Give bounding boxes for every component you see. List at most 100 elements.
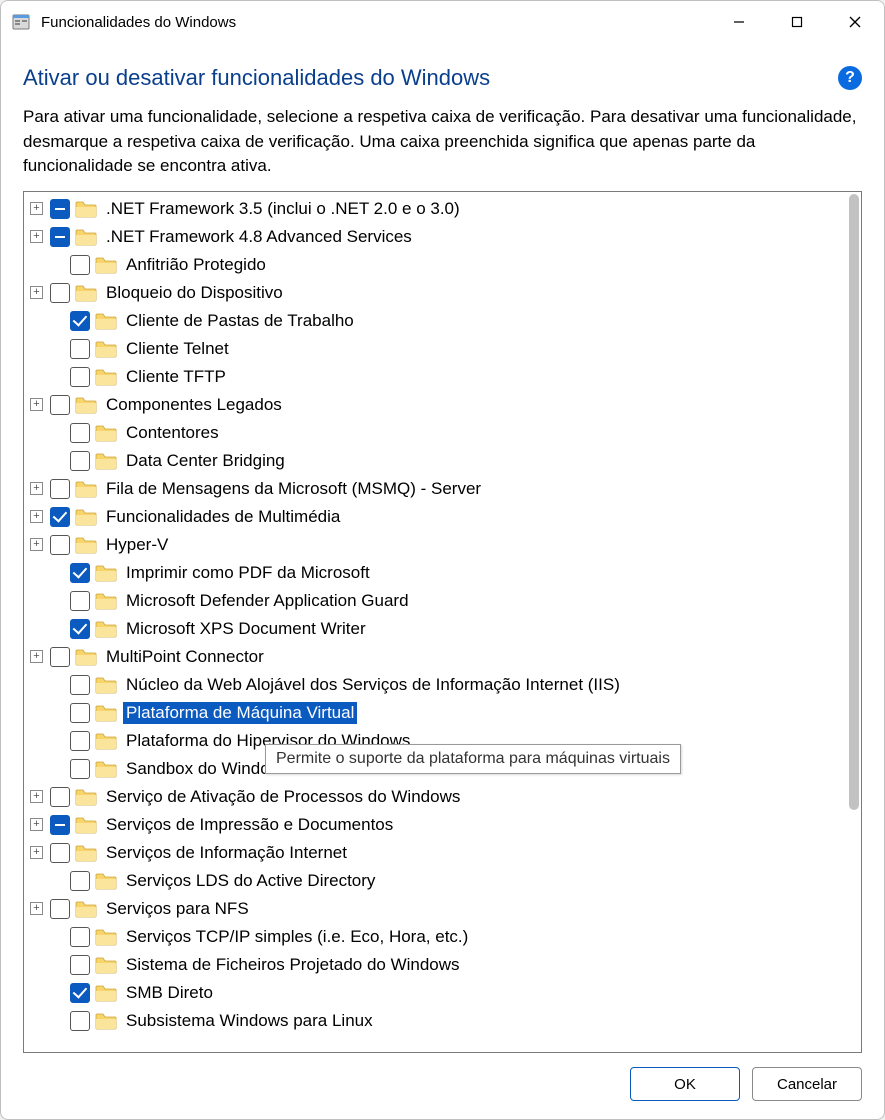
feature-checkbox[interactable] <box>70 703 90 723</box>
minimize-button[interactable] <box>710 1 768 43</box>
feature-item[interactable]: + Serviço de Ativação de Processos do Wi… <box>24 783 847 811</box>
feature-item[interactable]: + Funcionalidades de Multimédia <box>24 503 847 531</box>
feature-label[interactable]: MultiPoint Connector <box>103 646 267 668</box>
feature-checkbox[interactable] <box>50 199 70 219</box>
feature-label[interactable]: Núcleo da Web Alojável dos Serviços de I… <box>123 674 623 696</box>
feature-item[interactable]: Cliente Telnet <box>24 335 847 363</box>
feature-item[interactable]: Serviços LDS do Active Directory <box>24 867 847 895</box>
feature-label[interactable]: .NET Framework 3.5 (inclui o .NET 2.0 e … <box>103 198 463 220</box>
feature-item[interactable]: Núcleo da Web Alojável dos Serviços de I… <box>24 671 847 699</box>
feature-label[interactable]: Data Center Bridging <box>123 450 288 472</box>
feature-label[interactable]: Serviços TCP/IP simples (i.e. Eco, Hora,… <box>123 926 471 948</box>
help-icon[interactable]: ? <box>838 66 862 90</box>
feature-label[interactable]: Fila de Mensagens da Microsoft (MSMQ) - … <box>103 478 484 500</box>
feature-item[interactable]: Imprimir como PDF da Microsoft <box>24 559 847 587</box>
feature-label[interactable]: Plataforma de Máquina Virtual <box>123 702 357 724</box>
feature-item[interactable]: + Serviços para NFS <box>24 895 847 923</box>
expander-icon[interactable]: + <box>30 818 43 831</box>
feature-item[interactable]: + Componentes Legados <box>24 391 847 419</box>
feature-checkbox[interactable] <box>50 395 70 415</box>
feature-item[interactable]: SMB Direto <box>24 979 847 1007</box>
expander-icon[interactable]: + <box>30 482 43 495</box>
feature-label[interactable]: Serviço de Ativação de Processos do Wind… <box>103 786 463 808</box>
feature-checkbox[interactable] <box>70 451 90 471</box>
feature-item[interactable]: Contentores <box>24 419 847 447</box>
feature-checkbox[interactable] <box>50 647 70 667</box>
feature-label[interactable]: Microsoft Defender Application Guard <box>123 590 412 612</box>
feature-item[interactable]: Microsoft Defender Application Guard <box>24 587 847 615</box>
ok-button[interactable]: OK <box>630 1067 740 1101</box>
feature-item[interactable]: + Hyper-V <box>24 531 847 559</box>
feature-item[interactable]: Data Center Bridging <box>24 447 847 475</box>
cancel-button[interactable]: Cancelar <box>752 1067 862 1101</box>
feature-item[interactable]: + .NET Framework 4.8 Advanced Services <box>24 223 847 251</box>
feature-checkbox[interactable] <box>70 563 90 583</box>
feature-label[interactable]: Sistema de Ficheiros Projetado do Window… <box>123 954 463 976</box>
tree-scroll[interactable]: + .NET Framework 3.5 (inclui o .NET 2.0 … <box>24 192 847 1052</box>
feature-label[interactable]: Componentes Legados <box>103 394 285 416</box>
feature-label[interactable]: Hyper-V <box>103 534 171 556</box>
feature-label[interactable]: Cliente de Pastas de Trabalho <box>123 310 357 332</box>
feature-label[interactable]: Cliente TFTP <box>123 366 229 388</box>
feature-item[interactable]: Serviços TCP/IP simples (i.e. Eco, Hora,… <box>24 923 847 951</box>
feature-item[interactable]: + Bloqueio do Dispositivo <box>24 279 847 307</box>
feature-checkbox[interactable] <box>70 591 90 611</box>
expander-icon[interactable]: + <box>30 286 43 299</box>
feature-checkbox[interactable] <box>70 927 90 947</box>
feature-label[interactable]: Contentores <box>123 422 222 444</box>
feature-checkbox[interactable] <box>50 815 70 835</box>
feature-checkbox[interactable] <box>50 899 70 919</box>
feature-checkbox[interactable] <box>50 227 70 247</box>
feature-item[interactable]: + .NET Framework 3.5 (inclui o .NET 2.0 … <box>24 195 847 223</box>
feature-checkbox[interactable] <box>70 731 90 751</box>
scrollbar[interactable] <box>849 194 859 1050</box>
feature-checkbox[interactable] <box>70 759 90 779</box>
feature-checkbox[interactable] <box>50 283 70 303</box>
expander-icon[interactable]: + <box>30 846 43 859</box>
feature-label[interactable]: Subsistema Windows para Linux <box>123 1010 376 1032</box>
feature-label[interactable]: Microsoft XPS Document Writer <box>123 618 369 640</box>
feature-checkbox[interactable] <box>70 367 90 387</box>
feature-item[interactable]: Plataforma de Máquina Virtual <box>24 699 847 727</box>
feature-checkbox[interactable] <box>70 871 90 891</box>
feature-item[interactable]: Microsoft XPS Document Writer <box>24 615 847 643</box>
feature-item[interactable]: Cliente TFTP <box>24 363 847 391</box>
feature-checkbox[interactable] <box>70 255 90 275</box>
feature-checkbox[interactable] <box>50 787 70 807</box>
feature-label[interactable]: Funcionalidades de Multimédia <box>103 506 343 528</box>
feature-checkbox[interactable] <box>70 983 90 1003</box>
feature-label[interactable]: Anfitrião Protegido <box>123 254 269 276</box>
feature-item[interactable]: Anfitrião Protegido <box>24 251 847 279</box>
feature-checkbox[interactable] <box>70 1011 90 1031</box>
expander-icon[interactable]: + <box>30 230 43 243</box>
feature-item[interactable]: Cliente de Pastas de Trabalho <box>24 307 847 335</box>
expander-icon[interactable]: + <box>30 790 43 803</box>
expander-icon[interactable]: + <box>30 902 43 915</box>
feature-checkbox[interactable] <box>50 507 70 527</box>
expander-icon[interactable]: + <box>30 650 43 663</box>
feature-label[interactable]: .NET Framework 4.8 Advanced Services <box>103 226 415 248</box>
feature-item[interactable]: + MultiPoint Connector <box>24 643 847 671</box>
feature-checkbox[interactable] <box>70 619 90 639</box>
feature-label[interactable]: Cliente Telnet <box>123 338 232 360</box>
feature-item[interactable]: Sistema de Ficheiros Projetado do Window… <box>24 951 847 979</box>
feature-label[interactable]: Imprimir como PDF da Microsoft <box>123 562 373 584</box>
scrollbar-thumb[interactable] <box>849 194 859 810</box>
expander-icon[interactable]: + <box>30 538 43 551</box>
feature-checkbox[interactable] <box>70 311 90 331</box>
feature-label[interactable]: Bloqueio do Dispositivo <box>103 282 286 304</box>
feature-item[interactable]: + Serviços de Informação Internet <box>24 839 847 867</box>
expander-icon[interactable]: + <box>30 398 43 411</box>
close-button[interactable] <box>826 1 884 43</box>
feature-checkbox[interactable] <box>70 339 90 359</box>
feature-label[interactable]: Serviços LDS do Active Directory <box>123 870 378 892</box>
feature-checkbox[interactable] <box>50 535 70 555</box>
feature-item[interactable]: Subsistema Windows para Linux <box>24 1007 847 1035</box>
feature-label[interactable]: SMB Direto <box>123 982 216 1004</box>
feature-item[interactable]: + Fila de Mensagens da Microsoft (MSMQ) … <box>24 475 847 503</box>
feature-checkbox[interactable] <box>70 955 90 975</box>
feature-label[interactable]: Serviços para NFS <box>103 898 252 920</box>
feature-checkbox[interactable] <box>50 479 70 499</box>
maximize-button[interactable] <box>768 1 826 43</box>
feature-checkbox[interactable] <box>70 423 90 443</box>
